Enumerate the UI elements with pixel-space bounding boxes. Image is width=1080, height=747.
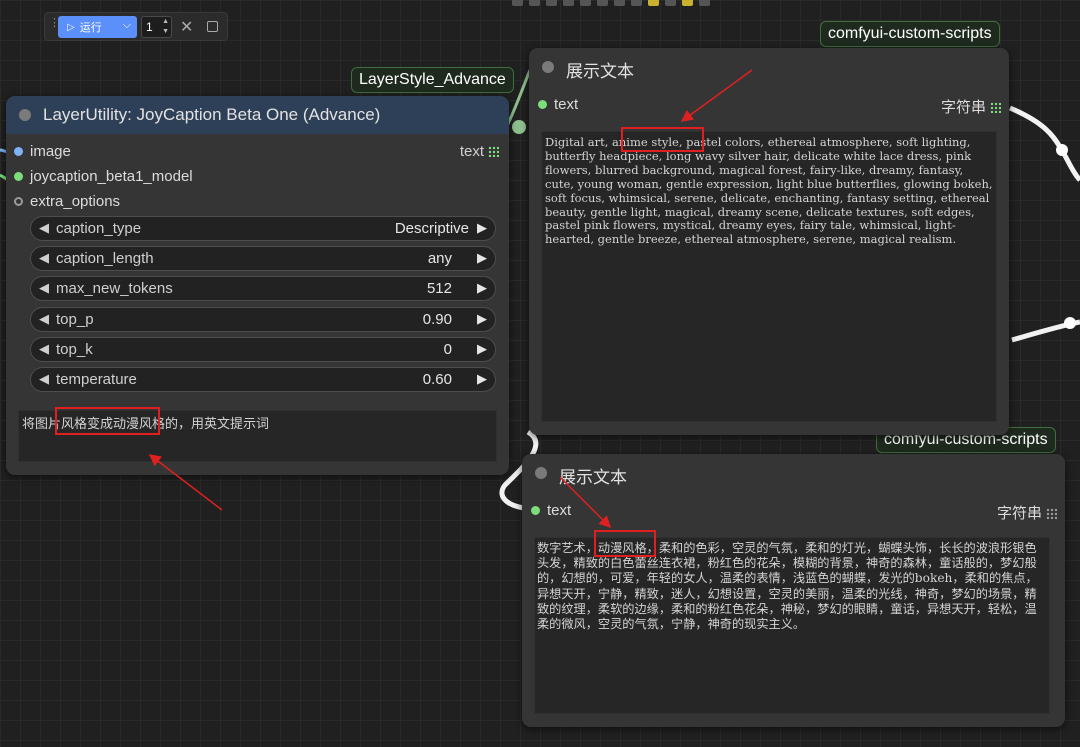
annotation-arrows [148,69,753,529]
